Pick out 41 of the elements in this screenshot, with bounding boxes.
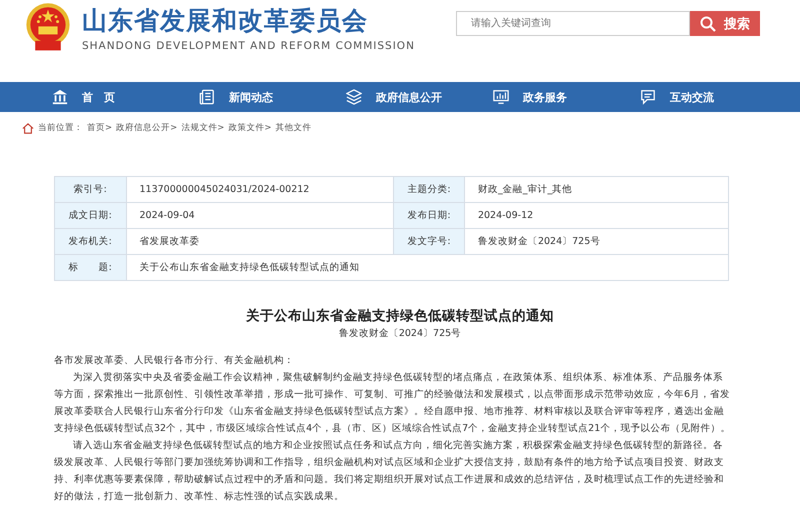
chat-icon bbox=[640, 89, 656, 105]
nav-link[interactable]: 新闻动态 bbox=[199, 82, 346, 112]
search-icon bbox=[700, 16, 716, 32]
breadcrumb-link[interactable]: 法规文件> bbox=[181, 122, 224, 134]
meta-label: 成文日期: bbox=[54, 202, 126, 228]
meta-label: 索引号: bbox=[54, 176, 126, 202]
home-icon bbox=[22, 122, 34, 134]
search-button[interactable]: 搜索 bbox=[690, 11, 760, 36]
site-title: 山东省发展和改革委员会 bbox=[82, 5, 369, 37]
nav-link[interactable]: 政务服务 bbox=[493, 82, 640, 112]
body-paragraph: 为深入贯彻落实中央及省委金融工作会议精神，聚焦破解制约金融支持绿色低碳转型的堵点痛点，在政策体系、组织体系、标准体系、产品服务体系等方面，探索推出一批原创性、引领性改革举措，形成一批可操作、可复制、可推广的经验做法和发展模式，以点带面形成示范带动效应，今年6月，省发展改革委联合人民银行山东省分行印发《山东省金融支持绿色低碳转型试点方案》。经自愿申报、地市推荐、材料审核以及联合评审等程序，遴选出金融支持绿色低碳转型试点32个，其中，市级区域综合性试点4个，县（市、区）区域综合性试点7个，金融支持企业转型试点21个，现予以公布（见附件）。 bbox=[54, 371, 732, 436]
meta-label: 主题分类: bbox=[394, 176, 464, 202]
search-field[interactable]: 请输入关键词查询 bbox=[456, 11, 690, 36]
layers-icon bbox=[346, 89, 362, 105]
body-paragraph: 请入选山东省金融支持绿色低碳转型试点的地方和企业按照试点任务和试点方向，细化完善实施方案，积极探索金融支持绿色低碳转型的新路径。各级发展改革、人民银行等部门要加强统筹协调和工作指导，组织金融机构对试点区域和企业扩大授信支持，鼓励有条件的地方给予试点项目投资、财政支持、利率优惠等要素保障，帮助破解试点过程中的矛盾和问题。我们将定期组织开展对试点工作进展和成效的总结评估，及时梳理试点工作的先进经验和好的做法，打造一批创新力、改革性、标志性强的试点实践成果。 bbox=[54, 439, 725, 504]
site-subtitle: SHANDONG DEVELOPMENT AND REFORM COMMISSION bbox=[82, 40, 415, 52]
salutation: 各市发展改革委、人民银行各市分行、有关金融机构： bbox=[54, 354, 295, 368]
meta-value: 鲁发改财金〔2024〕725号 bbox=[464, 228, 728, 254]
breadcrumb-link[interactable]: 其他文件 bbox=[276, 122, 312, 134]
meta-label: 发布机关: bbox=[54, 228, 126, 254]
meta-label: 发布日期: bbox=[394, 202, 464, 228]
breadcrumb-link[interactable]: 首页> bbox=[87, 122, 112, 134]
nav-link[interactable]: 政府信息公开 bbox=[346, 82, 493, 112]
meta-value: 关于公布山东省金融支持绿色低碳转型试点的通知 bbox=[126, 254, 728, 280]
nav-link[interactable]: 首 页 bbox=[52, 82, 199, 112]
meta-value: 省发展改革委 bbox=[126, 228, 394, 254]
monitor-chart-icon bbox=[493, 89, 509, 105]
breadcrumb-link[interactable]: 政策文件> bbox=[228, 122, 272, 134]
document-number: 鲁发改财金〔2024〕725号 bbox=[338, 327, 462, 340]
meta-label: 发文字号: bbox=[394, 228, 464, 254]
building-icon bbox=[52, 89, 68, 105]
meta-value: 财政_金融_审计_其他 bbox=[464, 176, 728, 202]
article-title: 关于公布山东省金融支持绿色低碳转型试点的通知 bbox=[244, 307, 555, 325]
nav-link[interactable]: 互动交流 bbox=[640, 82, 787, 112]
meta-label: 标 题: bbox=[54, 254, 126, 280]
meta-value: 2024-09-12 bbox=[464, 202, 728, 228]
document-icon bbox=[199, 89, 215, 105]
meta-value: 2024-09-04 bbox=[126, 202, 394, 228]
meta-value: 113700000045024031/2024-00212 bbox=[126, 176, 394, 202]
breadcrumb-label: 当前位置： bbox=[38, 122, 83, 134]
breadcrumb-link[interactable]: 政府信息公开> bbox=[116, 122, 178, 134]
